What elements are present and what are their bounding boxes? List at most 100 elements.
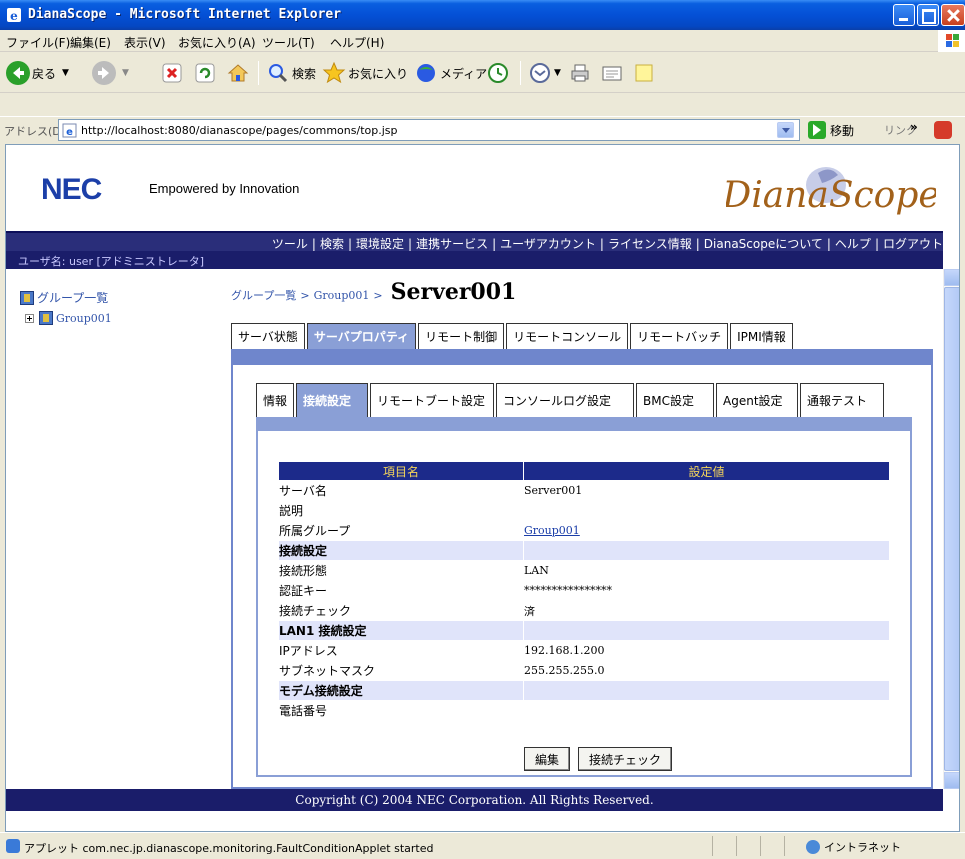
page-status-icon [6,839,20,853]
dianascope-logo: DianaScope [726,167,936,216]
note-icon [635,64,653,82]
edit-page-button[interactable] [600,59,624,87]
tab-remote-control[interactable]: リモート制御 [418,323,505,349]
subtab-agent[interactable]: Agent設定 [716,383,798,417]
menu-bar: ファイル(F) 編集(E) 表示(V) お気に入り(A) ツール(T) ヘルプ(… [0,30,965,52]
table-row: IPアドレス 192.168.1.200 [279,644,605,658]
nav-search[interactable]: 検索 [320,237,344,251]
favorites-button[interactable]: お気に入り [322,59,408,87]
menu-file[interactable]: ファイル(F) [6,34,70,51]
menu-tools[interactable]: ツール(T) [262,34,315,51]
address-bar: アドレス(D) e http://localhost:8080/dianasco… [0,116,965,143]
nec-logo: NEC [41,173,102,206]
connection-check-button[interactable]: 接続チェック [578,747,673,771]
go-arrow-icon [808,121,826,139]
table-row: 認証キー **************** [279,584,612,598]
media-button[interactable]: メディア [414,59,487,87]
print-button[interactable] [568,59,592,87]
nav-logout[interactable]: ログアウト [883,237,943,251]
scroll-up-icon[interactable] [944,269,959,286]
title-bar: e DianaScope - Microsoft Internet Explor… [0,0,965,30]
footer: Copyright (C) 2004 NEC Corporation. All … [6,789,943,811]
svg-text:e: e [66,127,73,138]
close-button[interactable] [941,4,965,26]
search-icon [269,64,288,83]
toolbar: 戻る ▼ ▼ 検索 お気に入り メディア ▼ [0,53,965,93]
expand-icon[interactable] [25,313,34,323]
menu-help[interactable]: ヘルプ(H) [330,34,384,51]
go-button[interactable]: 移動 [804,119,854,141]
media-icon [417,64,435,82]
acrobat-icon[interactable] [934,121,952,139]
main-content: グループ一覧 > Group001 > Server001 サーバ状態 サーバプ… [221,269,943,789]
subtab-console-log[interactable]: コンソールログ設定 [496,383,634,417]
nav-license-info[interactable]: ライセンス情報 [608,237,692,251]
group-link[interactable]: Group001 [524,524,580,537]
subtab-remote-boot[interactable]: リモートブート設定 [370,383,494,417]
nav-about[interactable]: DianaScopeについて [704,237,823,251]
menu-favorites[interactable]: お気に入り(A) [178,34,256,51]
tagline: Empowered by Innovation [149,181,300,196]
top-nav: ツール | 検索 | 環境設定 | 連携サービス | ユーザアカウント | ライセンス情報 | Dian… [6,231,943,251]
tree-root-groups[interactable]: グループ一覧 [20,289,108,306]
svg-text:DianaScope: DianaScope [726,175,936,216]
tab-server-status[interactable]: サーバ状態 [231,323,305,349]
scroll-down-icon[interactable] [944,772,959,789]
home-icon [227,64,249,82]
security-zone: イントラネット [806,839,901,855]
subtab-alert-test[interactable]: 通報テスト [800,383,884,417]
history-button[interactable] [486,59,510,87]
nav-user-account[interactable]: ユーザアカウント [500,237,596,251]
home-button[interactable] [226,59,250,87]
address-input[interactable]: e http://localhost:8080/dianascope/pages… [58,119,800,141]
maximize-button[interactable] [917,4,939,26]
tab-ipmi-info[interactable]: IPMI情報 [730,323,793,349]
group-list-icon [20,290,34,305]
status-bar: アプレット com.nec.jp.dianascope.monitoring.F… [0,832,965,859]
menu-view[interactable]: 表示(V) [124,34,166,51]
nav-help[interactable]: ヘルプ [835,237,871,251]
back-button[interactable]: 戻る ▼ [6,59,69,87]
subtab-bmc[interactable]: BMC設定 [636,383,714,417]
nav-linkage-service[interactable]: 連携サービス [416,237,488,251]
edit-icon [602,66,622,81]
scroll-thumb[interactable] [944,287,959,771]
breadcrumb-group[interactable]: Group001 [314,289,370,302]
subtab-info[interactable]: 情報 [256,383,294,417]
browser-window: e DianaScope - Microsoft Internet Explor… [0,0,965,859]
tree-item-group001[interactable]: Group001 [25,311,112,325]
nav-tools[interactable]: ツール [272,237,308,251]
tab-remote-console[interactable]: リモートコンソール [506,323,629,349]
subtab-connection[interactable]: 接続設定 [296,383,368,417]
refresh-button[interactable] [193,59,217,87]
tab-server-property[interactable]: サーバプロパティ [306,323,417,349]
table-row: サブネットマスク 255.255.255.0 [279,664,605,678]
page-viewport: NEC Empowered by Innovation DianaScope ツ… [5,144,960,832]
action-buttons: 編集 接続チェック [524,747,680,771]
vertical-scrollbar[interactable] [943,269,959,789]
search-button[interactable]: 検索 [266,59,316,87]
user-bar: ユーザ名: user [アドミニストレータ] [6,251,943,269]
forward-button[interactable]: ▼ [92,59,129,87]
stop-button[interactable] [160,59,184,87]
main-tab-bar [231,349,933,365]
main-tabs: サーバ状態 サーバプロパティ リモート制御 リモートコンソール リモートバッチ … [231,323,795,349]
sidebar-tree: グループ一覧 Group001 [6,269,221,789]
minimize-button[interactable] [893,4,915,26]
address-label: アドレス(D) [4,125,66,138]
nav-settings[interactable]: 環境設定 [356,237,404,251]
mail-button[interactable]: ▼ [528,59,561,87]
windows-logo-icon [938,30,965,52]
status-message: アプレット com.nec.jp.dianascope.monitoring.F… [24,842,434,855]
menu-edit[interactable]: 編集(E) [70,34,111,51]
user-info: ユーザ名: user [アドミニストレータ] [18,255,205,268]
tab-remote-batch[interactable]: リモートバッチ [630,323,729,349]
messenger-button[interactable] [632,59,656,87]
address-dropdown-button[interactable] [777,122,794,138]
edit-button[interactable]: 編集 [524,747,571,771]
header-item-name: 項目名 [279,462,523,480]
breadcrumb-group-list[interactable]: グループ一覧 [231,287,296,303]
more-links-icon[interactable]: » [910,120,918,134]
sub-tabs: 情報 接続設定 リモートブート設定 コンソールログ設定 BMC設定 Agent設… [256,383,886,417]
